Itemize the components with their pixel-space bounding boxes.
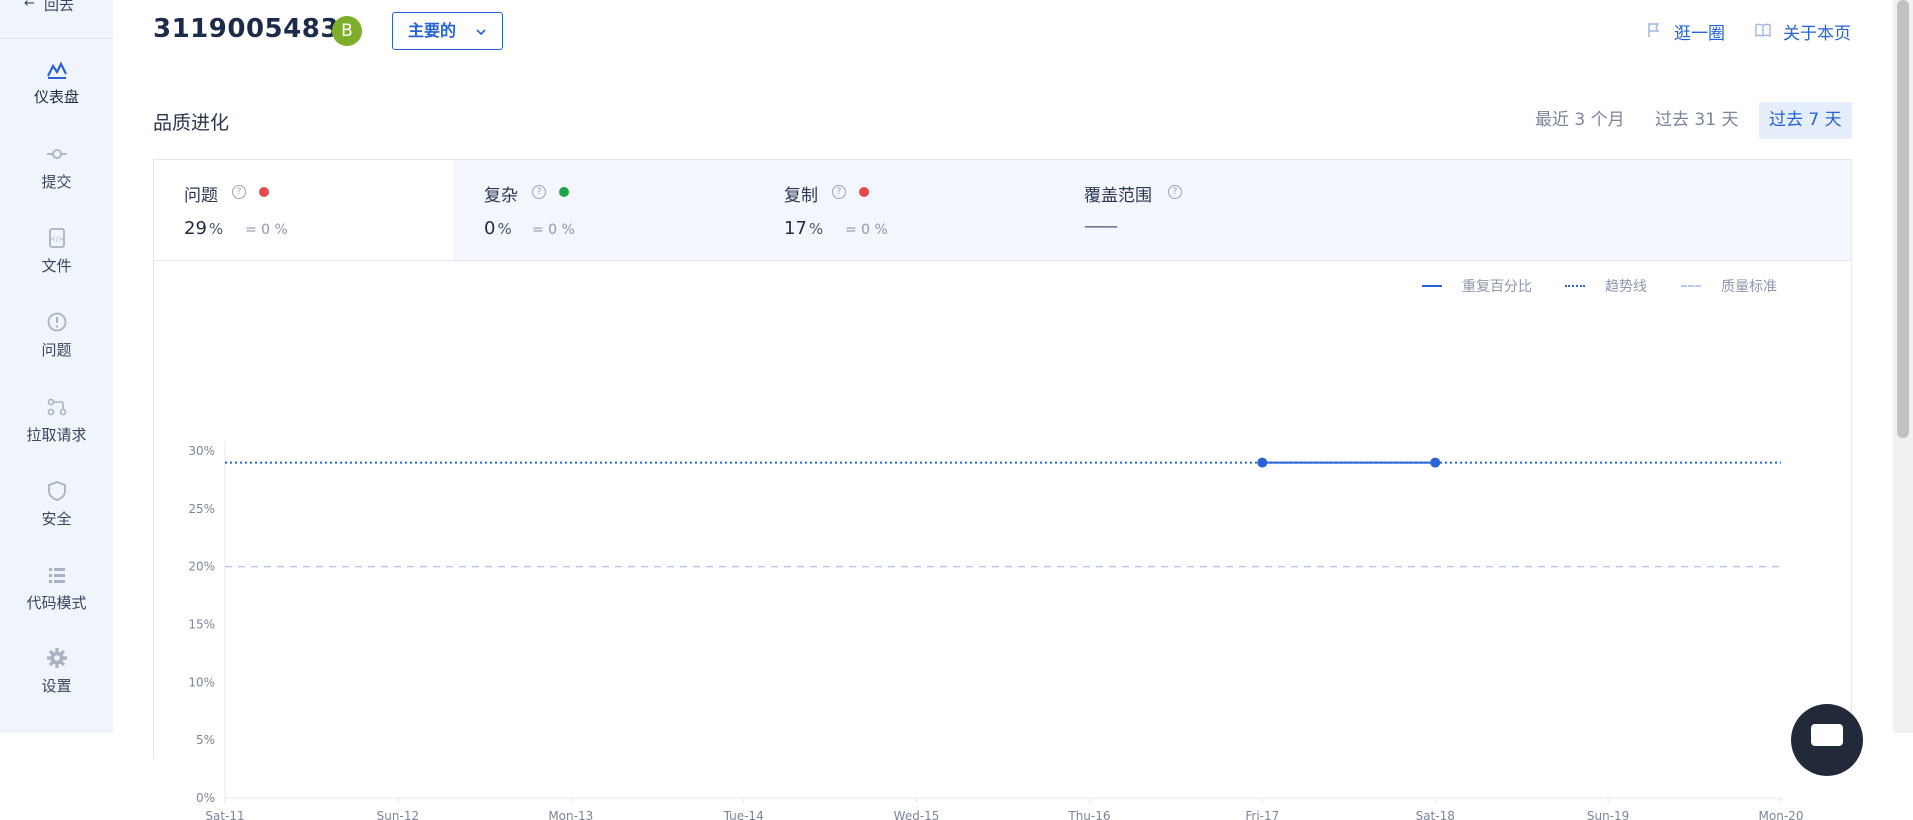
sidebar-item-label: 文件 <box>41 257 72 275</box>
tour-label: 逛一圈 <box>1674 24 1725 44</box>
sidebar-item-files[interactable]: </> 文件 <box>0 227 113 276</box>
sidebar-item-dashboard[interactable]: 仪表盘 <box>0 58 113 107</box>
y-tick-label: 30% <box>188 444 215 458</box>
x-tick-label: Thu-16 <box>1067 809 1110 820</box>
about-label: 关于本页 <box>1783 24 1851 44</box>
x-tick-label: Wed-15 <box>894 809 940 820</box>
sidebar-item-security[interactable]: 安全 <box>0 480 113 529</box>
metric-name: 覆盖范围 <box>1084 186 1152 206</box>
metric-value: 17% <box>784 218 824 239</box>
y-tick-label: 10% <box>188 675 215 689</box>
dashboard-icon <box>46 61 67 79</box>
section-title: 品质进化 <box>153 112 230 134</box>
x-tick-label: Sun-12 <box>377 809 419 820</box>
x-tick-label: Sat-18 <box>1416 809 1455 820</box>
back-label: 回去 <box>44 0 75 14</box>
sidebar-item-code-patterns[interactable]: 代码模式 <box>0 564 113 613</box>
sidebar-item-settings[interactable]: 设置 <box>0 647 113 696</box>
help-icon[interactable]: ? <box>532 185 546 199</box>
metric-tab-complexity[interactable]: 复杂 ? 0% = 0 % <box>454 160 754 260</box>
period-3-months[interactable]: 最近 3 个月 <box>1525 102 1635 139</box>
metric-value: —— <box>1084 216 1118 237</box>
metric-compare: = 0 % <box>845 222 888 238</box>
metric-name: 复制 <box>784 186 818 206</box>
metric-name: 问题 <box>184 186 218 206</box>
metric-tab-coverage[interactable]: 覆盖范围 ? —— <box>1054 160 1354 260</box>
sidebar-item-pull-requests[interactable]: 拉取请求 <box>0 396 113 445</box>
y-tick-label: 15% <box>188 618 215 632</box>
sidebar-item-issues[interactable]: 问题 <box>0 311 113 360</box>
y-tick-label: 25% <box>188 502 215 516</box>
x-tick-label: Sun-19 <box>1587 809 1629 820</box>
x-tick-label: Fri-17 <box>1245 809 1279 820</box>
quality-chart-card: 问题 ? 29% = 0 % 复杂 ? 0% = 0 % 复制 ? 17% = … <box>153 159 1852 820</box>
pull-request-icon <box>47 398 66 416</box>
chat-button[interactable] <box>1791 704 1863 776</box>
sidebar: ← 回去 仪表盘 提交 </> 文件 问题 拉取请求 安全 代码模式 设置 <box>0 0 113 733</box>
branch-selector[interactable]: 主要的 <box>392 12 503 50</box>
x-tick-label: Sat-11 <box>205 809 244 820</box>
sidebar-item-label: 安全 <box>41 510 72 528</box>
help-icon[interactable]: ? <box>1168 185 1182 199</box>
flag-icon <box>1648 23 1660 37</box>
y-tick-label: 0% <box>196 791 215 805</box>
metric-compare: = 0 % <box>245 222 288 238</box>
gear-icon <box>46 648 67 668</box>
line-chart: 0% 5% 10% 15% 20% 25% 30% Sat-11 Sun-12 Mon-13 Tue… <box>188 441 1804 820</box>
chat-icon <box>1811 724 1843 746</box>
metric-tab-duplication[interactable]: 复制 ? 17% = 0 % <box>754 160 1054 260</box>
sidebar-item-label: 代码模式 <box>26 594 87 612</box>
help-icon[interactable]: ? <box>232 185 246 199</box>
sidebar-item-label: 问题 <box>41 341 72 359</box>
sidebar-item-label: 仪表盘 <box>33 88 79 106</box>
x-tick-label: Mon-13 <box>548 809 593 820</box>
back-button[interactable]: ← 回去 <box>0 0 113 39</box>
svg-text:</>: </> <box>49 235 63 243</box>
help-icon[interactable]: ? <box>832 185 846 199</box>
chevron-down-icon <box>476 29 486 36</box>
list-icon <box>48 568 65 583</box>
status-dot <box>859 187 869 197</box>
sidebar-item-commits[interactable]: 提交 <box>0 143 113 192</box>
metric-name: 复杂 <box>484 186 518 206</box>
status-dot <box>559 187 569 197</box>
scrollbar-thumb[interactable] <box>1897 0 1909 438</box>
x-tick-label: Tue-14 <box>723 809 764 820</box>
period-7-days[interactable]: 过去 7 天 <box>1759 102 1852 139</box>
x-tick-label: Mon-20 <box>1759 809 1804 820</box>
metric-value: 0% <box>484 218 512 239</box>
y-tick-label: 5% <box>196 733 215 747</box>
scrollbar[interactable] <box>1893 0 1913 733</box>
period-31-days[interactable]: 过去 31 天 <box>1645 102 1748 139</box>
file-icon: </> <box>48 228 65 248</box>
grade-badge: B <box>332 16 362 46</box>
metric-compare: = 0 % <box>532 222 575 238</box>
sidebar-item-label: 设置 <box>41 677 72 695</box>
sidebar-item-label: 拉取请求 <box>26 426 87 444</box>
y-tick-label: 20% <box>188 560 215 574</box>
sidebar-item-label: 提交 <box>41 173 72 191</box>
status-dot <box>259 187 269 197</box>
project-key: 3119005483 <box>153 14 339 44</box>
metric-tab-issues[interactable]: 问题 ? 29% = 0 % <box>154 160 454 260</box>
metric-value: 29% <box>184 218 224 239</box>
book-icon <box>1755 23 1771 38</box>
metric-tabs: 问题 ? 29% = 0 % 复杂 ? 0% = 0 % 复制 ? 17% = … <box>154 160 1851 261</box>
issue-icon <box>47 312 66 332</box>
branch-label: 主要的 <box>408 21 457 40</box>
commit-icon <box>46 149 67 159</box>
shield-icon <box>47 481 66 501</box>
back-arrow-icon: ← <box>24 0 35 11</box>
